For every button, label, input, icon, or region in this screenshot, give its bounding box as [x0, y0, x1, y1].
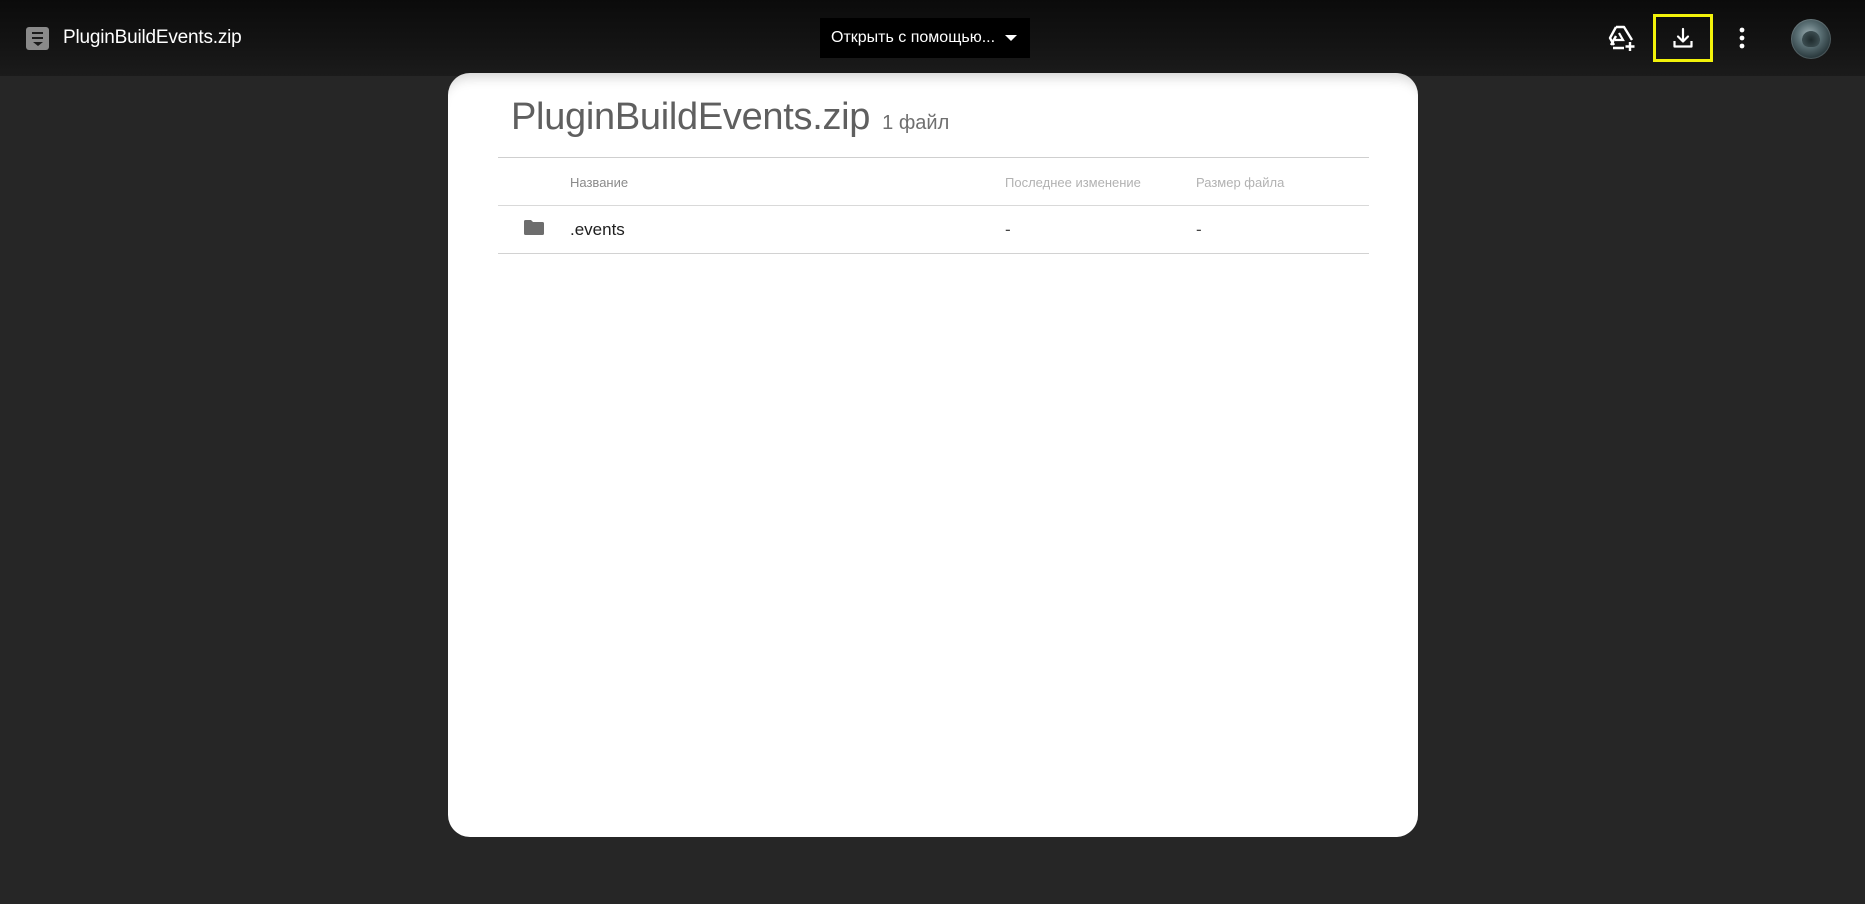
column-size-header: Размер файла	[1196, 175, 1285, 190]
file-title: PluginBuildEvents.zip	[63, 27, 242, 48]
more-vert-icon	[1739, 27, 1745, 49]
add-to-drive-icon	[1608, 25, 1635, 51]
file-count: 1 файл	[882, 112, 950, 134]
caret-down-icon	[1005, 35, 1018, 41]
download-icon	[1673, 27, 1693, 48]
row-modified: -	[1005, 220, 1011, 239]
account-avatar[interactable]	[1791, 19, 1831, 59]
more-options-button[interactable]	[1726, 20, 1758, 56]
folder-icon	[524, 220, 544, 235]
row-size: -	[1196, 220, 1202, 239]
archive-header: PluginBuildEvents.zip 1 файл	[511, 96, 949, 139]
table-row[interactable]: .events - -	[498, 206, 1369, 254]
archive-preview-card: PluginBuildEvents.zip 1 файл Название По…	[448, 73, 1418, 837]
top-bar: PluginBuildEvents.zip Открыть с помощью.…	[0, 0, 1865, 76]
column-modified-header: Последнее изменение	[1005, 175, 1141, 190]
zip-file-icon	[26, 27, 49, 50]
open-with-label: Открыть с помощью...	[831, 29, 996, 46]
row-name: .events	[570, 220, 625, 239]
add-to-drive-button[interactable]	[1604, 20, 1640, 56]
column-name-header: Название	[570, 175, 629, 190]
open-with-button[interactable]: Открыть с помощью...	[820, 18, 1030, 58]
file-table: Название Последнее изменение Размер файл…	[498, 157, 1369, 254]
download-button[interactable]	[1653, 14, 1713, 62]
archive-title: PluginBuildEvents.zip	[511, 96, 871, 138]
table-header: Название Последнее изменение Размер файл…	[498, 157, 1369, 206]
